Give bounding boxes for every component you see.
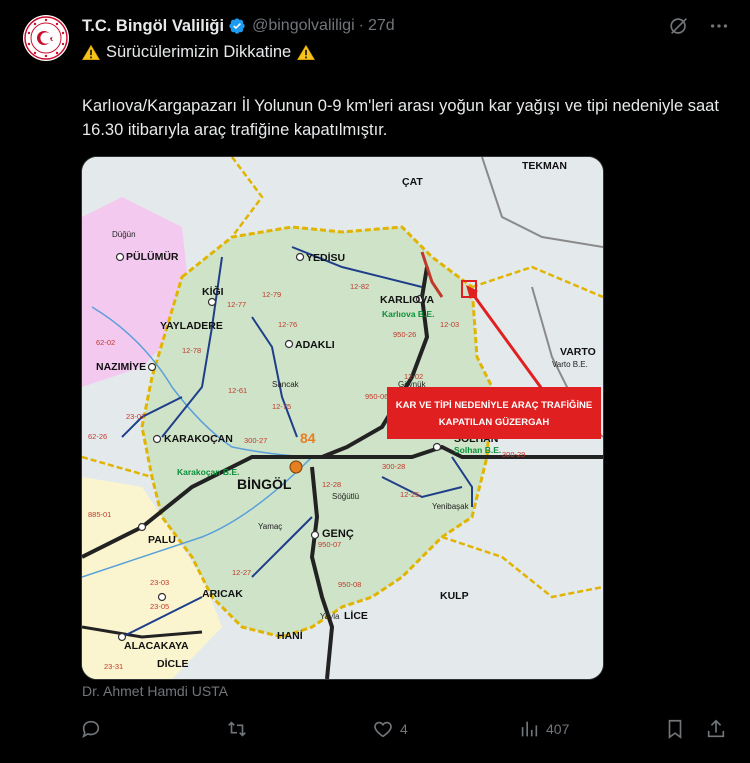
place-sancak: Sancak <box>272 380 300 389</box>
road-code: 885-01 <box>88 510 111 519</box>
road-code: 12-25 <box>400 490 419 499</box>
reply-button[interactable] <box>80 718 108 740</box>
place-varto: VARTO <box>560 346 596 358</box>
tweet-image-map[interactable]: YEDİSU KARLIOVA KİĞI YAYLADERE ADAKLI KA… <box>81 156 604 680</box>
road-code: 12-02 <box>404 372 423 381</box>
road-code: 12-82 <box>350 282 369 291</box>
place-karliova-be: Karlıova B.E. <box>382 309 434 319</box>
road-code: 12-77 <box>227 300 246 309</box>
like-count: 4 <box>400 721 408 737</box>
place-pulumur: PÜLÜMÜR <box>126 250 179 263</box>
place-yedisu: YEDİSU <box>306 251 345 264</box>
bingol-center-marker <box>289 460 303 474</box>
road-code: 950-26 <box>393 330 416 339</box>
road-code: 12-75 <box>272 402 291 411</box>
action-bar: 4 407 <box>80 718 730 744</box>
tweet-header: T.C. Bingöl Valiliği @bingolvaliligi · 2… <box>82 14 734 38</box>
road-code: 950-08 <box>338 580 361 589</box>
place-genc: GENÇ <box>322 528 354 540</box>
place-varto-be: Varto B.E. <box>552 360 588 369</box>
place-dugun: Düğün <box>112 230 136 239</box>
warning-icon <box>82 44 100 60</box>
tweet-title-line: Sürücülerimizin Dikkatine <box>82 43 316 62</box>
closure-callout <box>387 387 601 439</box>
bookmark-button[interactable] <box>664 718 686 740</box>
place-lice: LİCE <box>344 609 368 622</box>
author-handle[interactable]: @bingolvaliligi <box>252 17 355 35</box>
header-separator: · <box>358 17 364 34</box>
share-button[interactable] <box>705 718 727 740</box>
warning-icon <box>297 44 316 60</box>
place-alacakaya: ALACAKAYA <box>124 640 189 652</box>
avatar[interactable] <box>23 15 69 61</box>
place-yayla: Yayla <box>320 612 340 621</box>
road-code: 12-61 <box>228 386 247 395</box>
road-code: 62-02 <box>96 338 115 347</box>
road-code: 950-07 <box>318 540 341 549</box>
place-kulp: KULP <box>440 590 469 602</box>
place-kigi: KİĞI <box>202 285 224 298</box>
bookmark-icon <box>668 719 682 739</box>
verified-badge-icon <box>229 18 245 34</box>
place-tekman: TEKMAN <box>522 160 567 172</box>
governorship-emblem-icon <box>24 16 68 60</box>
place-nazimiye: NAZIMİYE <box>96 360 146 373</box>
image-credit: Dr. Ahmet Hamdi USTA <box>82 683 229 699</box>
road-code: 12-78 <box>182 346 201 355</box>
place-palu: PALU <box>148 534 176 546</box>
road-code: 23-03 <box>150 578 169 587</box>
place-karakocan: KARAKOÇAN <box>164 433 233 445</box>
place-yenibaska: Yenibaşak <box>432 502 470 511</box>
road-code: 12-03 <box>440 320 459 329</box>
place-cat: ÇAT <box>402 176 423 188</box>
views-chart-icon <box>521 721 538 737</box>
place-dicle: DİCLE <box>157 657 189 670</box>
road-code: 12-28 <box>322 480 341 489</box>
share-icon <box>707 719 725 738</box>
tweet-title: Sürücülerimizin Dikkatine <box>106 43 292 61</box>
author-name[interactable]: T.C. Bingöl Valiliği <box>82 17 224 36</box>
view-count: 407 <box>546 721 570 737</box>
route-number: 84 <box>300 430 316 446</box>
repost-icon <box>228 721 246 737</box>
tweet-time[interactable]: 27d <box>368 17 395 35</box>
road-code: 300-29 <box>502 450 525 459</box>
place-hani: HANİ <box>277 629 303 642</box>
place-adakli: ADAKLI <box>295 339 335 351</box>
road-code: 300-28 <box>382 462 405 471</box>
road-code: 300-27 <box>244 436 267 445</box>
place-yamac: Yamaç <box>258 522 282 531</box>
road-code: 950-06 <box>365 392 388 401</box>
road-code: 23-07 <box>126 412 145 421</box>
like-button[interactable]: 4 <box>372 718 408 740</box>
place-sogutlu: Söğütlü <box>332 492 359 501</box>
heart-icon <box>374 721 392 738</box>
road-code: 23-05 <box>150 602 169 611</box>
road-map: YEDİSU KARLIOVA KİĞI YAYLADERE ADAKLI KA… <box>82 157 603 679</box>
callout-line-1: KAR VE TİPİ NEDENİYLE ARAÇ TRAFİĞİNE <box>396 399 593 411</box>
place-aricak: ARICAK <box>202 588 243 600</box>
road-code: 12-76 <box>278 320 297 329</box>
grok-icon[interactable] <box>668 15 690 37</box>
road-code: 23-31 <box>104 662 123 671</box>
road-code: 12-27 <box>232 568 251 577</box>
place-karakocan-be: Karakoçan B.E. <box>177 467 239 477</box>
place-solhan-be: Solhan B.E. <box>454 445 501 455</box>
more-options-icon[interactable] <box>708 15 730 37</box>
road-code: 12-79 <box>262 290 281 299</box>
views-button[interactable]: 407 <box>518 718 569 740</box>
road-code: 62-26 <box>88 432 107 441</box>
callout-line-2: KAPATILAN GÜZERGAH <box>439 417 550 428</box>
place-bingol: BİNGÖL <box>237 476 292 492</box>
header-actions <box>668 15 730 37</box>
place-karliova: KARLIOVA <box>380 294 434 306</box>
reply-icon <box>82 720 100 739</box>
tweet-body: Karlıova/Kargapazarı İl Yolunun 0-9 km'l… <box>82 97 719 139</box>
repost-button[interactable] <box>226 718 254 740</box>
place-yayladere: YAYLADERE <box>160 320 223 332</box>
